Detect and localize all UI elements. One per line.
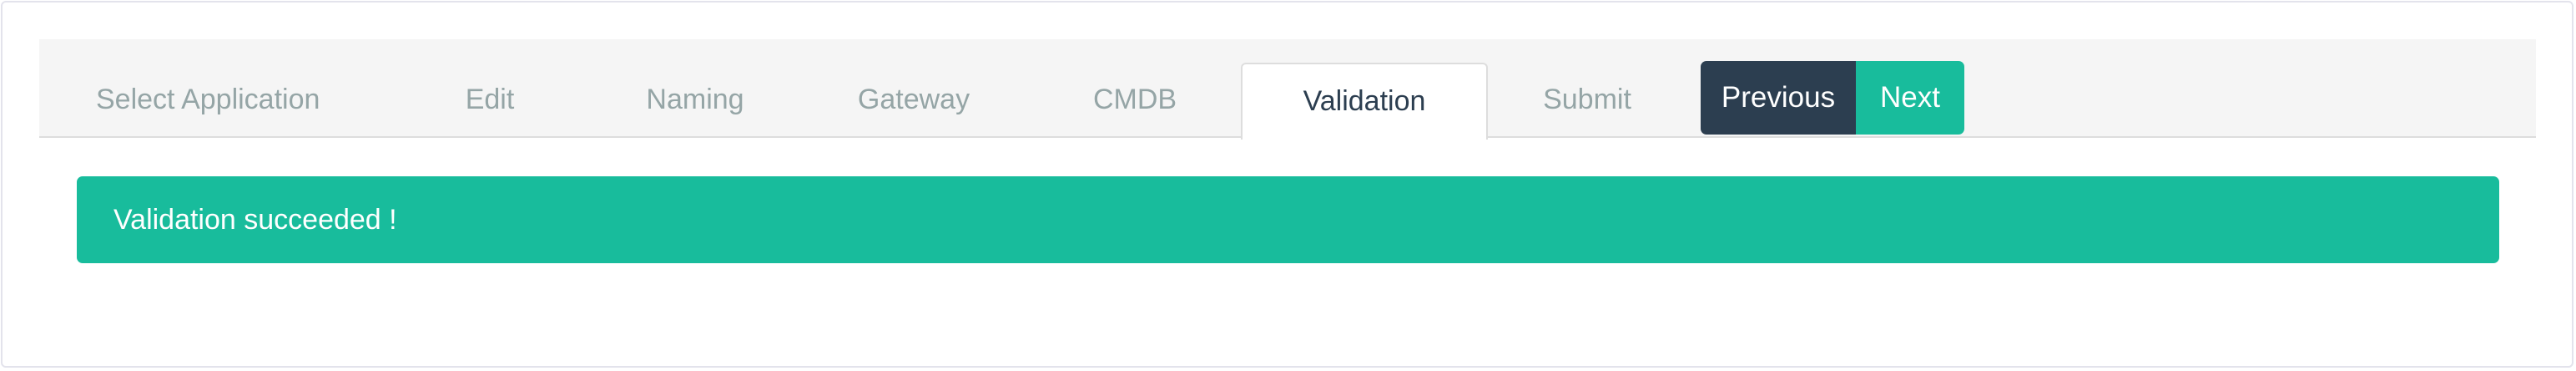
tab-select-application[interactable]: Select Application (96, 63, 320, 136)
alert-message: Validation succeeded ! (113, 204, 397, 236)
wizard-tab-bar: Select Application Edit Naming Gateway C… (39, 39, 2536, 140)
tab-cmdb[interactable]: CMDB (1081, 63, 1189, 136)
wizard-navigation-buttons: Previous Next (1701, 61, 1964, 135)
tab-edit[interactable]: Edit (455, 63, 525, 136)
tab-validation[interactable]: Validation (1241, 63, 1488, 140)
tab-naming[interactable]: Naming (630, 63, 760, 136)
next-button[interactable]: Next (1856, 61, 1964, 135)
tab-submit[interactable]: Submit (1541, 63, 1633, 136)
tab-gateway[interactable]: Gateway (847, 63, 980, 136)
validation-success-alert: Validation succeeded ! (77, 176, 2499, 263)
previous-button[interactable]: Previous (1701, 61, 1856, 135)
